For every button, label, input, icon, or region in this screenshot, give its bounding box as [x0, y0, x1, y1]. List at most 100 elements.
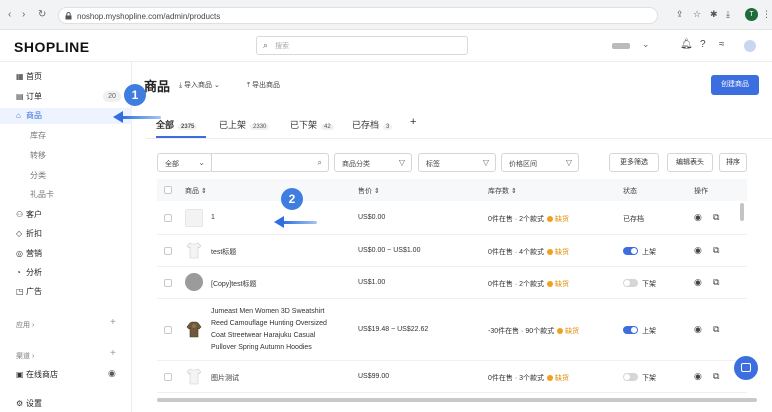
eye-icon[interactable]: ◉ [694, 245, 702, 256]
sidebar-sub-category[interactable]: 分类 [30, 170, 46, 181]
edit-columns-button[interactable]: 编辑表头 [667, 153, 713, 172]
tab-archived[interactable]: 已存档 3 [352, 118, 393, 131]
wifi-icon[interactable]: ≈ [719, 39, 725, 50]
lock-icon [65, 12, 72, 20]
product-name-line: Coat Streetwear Harajuku Casual [211, 332, 316, 339]
product-name[interactable]: [Copy]test标题 [211, 279, 257, 289]
filter-scope-select[interactable]: 全部 ⌄ [157, 153, 212, 172]
tab-all[interactable]: 全部 2375 [156, 118, 198, 131]
sidebar-item-settings[interactable]: ⚙ 设置 [16, 398, 42, 412]
sidebar-item-home[interactable]: ▦ 首页 [16, 71, 42, 85]
status-toggle[interactable] [623, 326, 638, 334]
address-bar[interactable]: noshop.myshopline.com/admin/products [58, 7, 658, 24]
user-avatar[interactable] [744, 40, 756, 52]
filter-search-input[interactable]: ⌕ [211, 153, 329, 172]
bookmark-star-icon[interactable]: ☆ [693, 9, 701, 20]
col-inventory[interactable]: 库存数 ⇕ [488, 186, 517, 196]
out-of-stock-label: 缺货 [555, 216, 570, 223]
copy-icon[interactable]: ⧉ [713, 245, 719, 256]
status-toggle[interactable] [623, 373, 638, 381]
product-inventory: -30件在售 · 90个款式 缺货 [488, 326, 579, 336]
sidebar-group-channels[interactable]: 渠道 › [16, 351, 34, 361]
table-row[interactable]: 图片测试 US$99.00 0件在售 · 3个款式 缺货 下架 ◉ ⧉ [157, 361, 747, 393]
tab-on-sale[interactable]: 已上架 2330 [219, 118, 270, 131]
product-name[interactable]: Jumeast Men Women 3D Sweatshirt Reed Cam… [211, 306, 327, 354]
row-checkbox[interactable] [164, 279, 172, 287]
sidebar-sub-giftcard[interactable]: 礼品卡 [30, 189, 54, 200]
add-tab-button[interactable]: + [410, 116, 416, 128]
toggle-knob [631, 248, 637, 254]
add-app-icon[interactable]: + [110, 317, 116, 328]
col-product[interactable]: 商品 ⇕ [185, 186, 207, 196]
add-channel-icon[interactable]: + [110, 348, 116, 359]
sidebar-sub-inventory[interactable]: 库存 [30, 130, 46, 141]
menu-dots-icon[interactable]: ⋮ [762, 9, 771, 20]
table-row[interactable]: [Copy]test标题 US$1.00 0件在售 · 2个款式 缺货 下架 ◉ … [157, 267, 747, 299]
product-price: US$99.00 [358, 373, 390, 380]
forward-icon[interactable]: › [22, 9, 25, 20]
eye-icon[interactable]: ◉ [694, 277, 702, 288]
back-icon[interactable]: ‹ [8, 9, 11, 20]
sidebar-item-discounts[interactable]: ◇ 折扣 [16, 228, 42, 242]
copy-icon[interactable]: ⧉ [713, 277, 719, 288]
filter-category[interactable]: 商品分类 ▽ [334, 153, 412, 172]
status-toggle[interactable] [623, 279, 638, 287]
product-thumbnail [185, 209, 203, 227]
store-selector[interactable]: ⌄ [608, 38, 658, 54]
product-name[interactable]: 图片测试 [211, 373, 239, 383]
eye-icon[interactable]: ◉ [694, 324, 702, 335]
table-row[interactable]: 1 US$0.00 0件在售 · 2个款式 缺货 已存档 ◉ ⧉ [157, 201, 747, 235]
bag-icon: ⌂ [16, 111, 21, 120]
help-icon[interactable]: ? [700, 39, 706, 50]
row-checkbox[interactable] [164, 373, 172, 381]
download-icon[interactable]: ⤓ [726, 9, 730, 20]
row-checkbox[interactable] [164, 247, 172, 255]
profile-avatar[interactable]: T [745, 8, 758, 21]
col-status: 状态 [623, 188, 637, 195]
select-all-checkbox[interactable] [164, 186, 172, 194]
product-name[interactable]: 1 [211, 214, 215, 221]
ads-icon: ◳ [16, 287, 24, 296]
sidebar-group-apps[interactable]: 应用 › [16, 320, 34, 330]
bell-icon[interactable]: 🔔︎ [680, 39, 693, 50]
tshirt-thumbnail [186, 368, 202, 385]
eye-icon[interactable]: ◉ [694, 212, 702, 223]
row-checkbox[interactable] [164, 214, 172, 222]
copy-icon[interactable]: ⧉ [713, 371, 719, 382]
chat-support-button[interactable] [734, 356, 758, 380]
vertical-scrollbar[interactable] [740, 203, 744, 221]
extensions-icon[interactable]: ✱ [710, 9, 718, 20]
sidebar-item-orders[interactable]: ▤ 订单 [16, 91, 42, 105]
sidebar-item-customers[interactable]: ⚇ 客户 [16, 209, 42, 223]
table-row[interactable]: Jumeast Men Women 3D Sweatshirt Reed Cam… [157, 299, 747, 361]
sort-button[interactable]: 排序 [719, 153, 747, 172]
sidebar-item-products[interactable]: ⌂ 商品 [16, 110, 42, 124]
status-toggle[interactable] [623, 247, 638, 255]
tab-off-sale[interactable]: 已下架 42 [290, 118, 334, 131]
copy-icon[interactable]: ⧉ [713, 324, 719, 335]
filter-tags[interactable]: 标签 ▽ [418, 153, 496, 172]
import-products-button[interactable]: ⤓ 导入商品 ⌄ [179, 80, 220, 90]
sidebar-item-online-store[interactable]: ▣ 在线商店 [16, 369, 58, 383]
filter-price[interactable]: 价格区间 ▽ [501, 153, 579, 172]
horizontal-scrollbar[interactable] [157, 398, 757, 402]
sidebar-item-marketing[interactable]: ◎ 营销 [16, 248, 42, 262]
inventory-text: -30件在售 · 90个款式 [488, 328, 555, 335]
share-icon[interactable]: ⇪ [676, 9, 684, 20]
export-products-button[interactable]: ⤒ 导出商品 [247, 80, 280, 90]
eye-icon[interactable]: ◉ [108, 368, 116, 379]
more-filters-button[interactable]: 更多筛选 [609, 153, 659, 172]
eye-icon[interactable]: ◉ [694, 371, 702, 382]
create-product-button[interactable]: 创建商品 [711, 75, 759, 95]
sidebar-item-ads[interactable]: ◳ 广告 [16, 286, 42, 300]
product-name[interactable]: test标题 [211, 247, 236, 257]
copy-icon[interactable]: ⧉ [713, 212, 719, 223]
tab-count: 2330 [250, 124, 270, 130]
reload-icon[interactable]: ↻ [38, 9, 46, 20]
row-checkbox[interactable] [164, 326, 172, 334]
sidebar-item-analytics[interactable]: ◔ 分析 [16, 267, 42, 281]
sidebar-sub-transfer[interactable]: 转移 [30, 150, 46, 161]
col-price[interactable]: 售价 ⇕ [358, 186, 380, 196]
search-input[interactable]: ⌕ 搜索 [256, 36, 468, 55]
table-row[interactable]: test标题 US$0.00 ~ US$1.00 0件在售 · 4个款式 缺货 上… [157, 235, 747, 267]
